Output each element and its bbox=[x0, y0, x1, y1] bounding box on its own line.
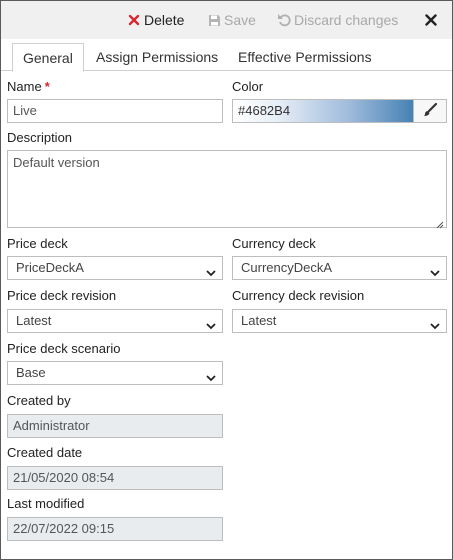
toolbar: Delete Save Discard changes bbox=[1, 1, 452, 39]
tab-assign-permissions[interactable]: Assign Permissions bbox=[86, 43, 228, 71]
price-deck-revision-label: Price deck revision bbox=[7, 288, 117, 303]
name-label: Name * bbox=[7, 79, 50, 94]
tab-bar: General Assign Permissions Effective Per… bbox=[1, 39, 452, 72]
discard-label: Discard changes bbox=[294, 12, 399, 28]
close-button[interactable] bbox=[425, 10, 439, 30]
description-textarea[interactable]: Default version bbox=[7, 150, 447, 229]
currency-deck-revision-select[interactable]: Latest bbox=[232, 309, 447, 333]
created-by-field: Administrator bbox=[7, 414, 223, 438]
chevron-down-icon bbox=[206, 263, 216, 277]
chevron-down-icon bbox=[430, 316, 440, 330]
color-picker-button[interactable] bbox=[413, 99, 447, 123]
resize-grip-icon[interactable] bbox=[436, 217, 444, 229]
price-deck-value: PriceDeckA bbox=[16, 260, 84, 275]
created-date-label: Created date bbox=[7, 445, 83, 460]
chevron-down-icon bbox=[206, 316, 216, 330]
save-button[interactable]: Save bbox=[207, 10, 256, 30]
price-deck-revision-value: Latest bbox=[16, 313, 52, 328]
name-label-text: Name bbox=[7, 79, 42, 94]
currency-deck-revision-label: Currency deck revision bbox=[232, 288, 365, 303]
undo-icon bbox=[277, 13, 291, 27]
chevron-down-icon bbox=[206, 368, 216, 382]
delete-button[interactable]: Delete bbox=[127, 10, 184, 30]
tab-general[interactable]: General bbox=[12, 43, 84, 72]
close-icon bbox=[425, 13, 437, 27]
currency-deck-revision-value: Latest bbox=[241, 313, 277, 328]
floppy-icon bbox=[207, 13, 221, 27]
currency-deck-select[interactable]: CurrencyDeckA bbox=[232, 256, 447, 280]
description-label: Description bbox=[7, 130, 73, 145]
color-input[interactable]: #4682B4 bbox=[232, 99, 413, 123]
price-deck-select[interactable]: PriceDeckA bbox=[7, 256, 223, 280]
required-mark: * bbox=[44, 79, 50, 94]
chevron-down-icon bbox=[430, 263, 440, 277]
price-deck-scenario-label: Price deck scenario bbox=[7, 341, 121, 356]
delete-label: Delete bbox=[144, 12, 185, 28]
created-date-field: 21/05/2020 08:54 bbox=[7, 466, 223, 490]
currency-deck-value: CurrencyDeckA bbox=[241, 260, 333, 275]
tab-effective-permissions[interactable]: Effective Permissions bbox=[228, 43, 382, 71]
dialog: Delete Save Discard changes General Assi… bbox=[0, 0, 453, 560]
discard-changes-button[interactable]: Discard changes bbox=[277, 10, 398, 30]
brush-icon bbox=[423, 102, 438, 120]
save-label: Save bbox=[224, 12, 256, 28]
price-deck-label: Price deck bbox=[7, 236, 68, 251]
price-deck-revision-select[interactable]: Latest bbox=[7, 309, 223, 333]
price-deck-scenario-select[interactable]: Base bbox=[7, 361, 223, 385]
last-modified-field: 22/07/2022 09:15 bbox=[7, 517, 223, 541]
created-by-label: Created by bbox=[7, 393, 71, 408]
last-modified-label: Last modified bbox=[7, 496, 85, 511]
description-text: Default version bbox=[13, 155, 100, 170]
color-label: Color bbox=[232, 79, 264, 94]
currency-deck-label: Currency deck bbox=[232, 236, 316, 251]
price-deck-scenario-value: Base bbox=[16, 365, 46, 380]
x-icon bbox=[127, 13, 141, 27]
name-input[interactable]: Live bbox=[7, 99, 223, 123]
